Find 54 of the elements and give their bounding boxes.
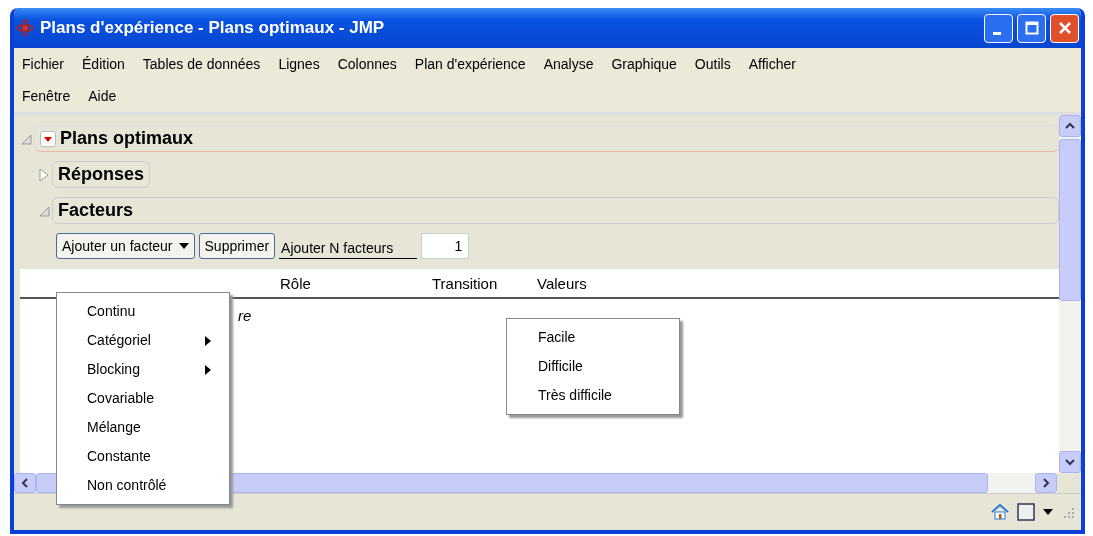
menu-item[interactable]: Édition xyxy=(82,48,125,80)
resize-grip-icon[interactable] xyxy=(1061,505,1075,519)
maximize-icon xyxy=(1024,21,1039,35)
menu-item[interactable]: Constante xyxy=(57,442,229,471)
add-n-factors-label: Ajouter N facteurs xyxy=(279,233,418,259)
factor-count-field[interactable]: 1 xyxy=(421,233,470,259)
menu-item[interactable]: Difficile xyxy=(507,352,679,381)
menu-item[interactable]: Catégoriel xyxy=(57,326,229,355)
scroll-left-icon[interactable] xyxy=(21,478,29,488)
menu-item[interactable]: Colonnes xyxy=(337,48,397,80)
column-header: Valeurs xyxy=(537,274,587,292)
minimize-button[interactable] xyxy=(984,13,1013,43)
column-header: Rôle xyxy=(280,274,311,292)
menu-item[interactable]: Blocking xyxy=(57,355,229,384)
home-icon[interactable] xyxy=(991,504,1009,520)
menu-item[interactable]: Outils xyxy=(694,48,731,80)
menu-item[interactable]: Fenêtre xyxy=(22,80,71,112)
scroll-down-icon[interactable] xyxy=(1065,458,1075,466)
table-cell: re xyxy=(238,307,252,324)
app-icon xyxy=(16,19,34,37)
menu-item[interactable]: Très difficile xyxy=(507,381,679,410)
close-button[interactable] xyxy=(1050,13,1079,43)
menu-item[interactable]: Afficher xyxy=(748,48,796,80)
close-icon xyxy=(1057,21,1072,35)
menu-item[interactable]: Analyse xyxy=(543,48,594,80)
scroll-right-icon[interactable] xyxy=(1042,478,1050,488)
section-header[interactable]: Facteurs xyxy=(52,197,1059,224)
outline-header[interactable]: Plans optimaux xyxy=(34,125,1059,152)
menu-item[interactable]: Facile xyxy=(507,323,679,352)
window-icon[interactable] xyxy=(1017,503,1035,521)
menu-item[interactable]: Fichier xyxy=(22,48,64,80)
caret-icon[interactable] xyxy=(1043,508,1053,516)
section-header[interactable]: Réponses xyxy=(52,161,151,188)
add-factor-button[interactable]: Ajouter un facteur xyxy=(56,233,195,259)
scroll-up-icon[interactable] xyxy=(1065,122,1075,130)
menu-item[interactable]: Covariable xyxy=(57,384,229,413)
caret-icon xyxy=(178,242,189,250)
maximize-button[interactable] xyxy=(1017,13,1046,43)
menu-item[interactable]: Mélange xyxy=(57,413,229,442)
minimize-icon xyxy=(992,31,1001,35)
menu-item[interactable]: Non contrôlé xyxy=(57,471,229,500)
menu-item[interactable]: Lignes xyxy=(278,48,320,80)
remove-button[interactable]: Supprimer xyxy=(198,233,276,259)
menu-item[interactable]: Aide xyxy=(88,80,117,112)
vertical-scrollbar[interactable] xyxy=(1059,115,1081,473)
column-header: Transition xyxy=(432,274,498,292)
dropdown-menu-icon[interactable] xyxy=(40,130,56,147)
window-title: Plans d'expérience - Plans optimaux - JMP xyxy=(40,18,386,38)
menu-item[interactable]: Tables de données xyxy=(142,48,261,80)
menu-item[interactable]: Continu xyxy=(57,297,229,326)
disclosure-icon[interactable] xyxy=(38,167,50,182)
menu-item[interactable]: Graphique xyxy=(611,48,677,80)
outline-title: Plans optimaux xyxy=(60,128,194,149)
menu-item[interactable]: Plan d'expérience xyxy=(414,48,526,80)
